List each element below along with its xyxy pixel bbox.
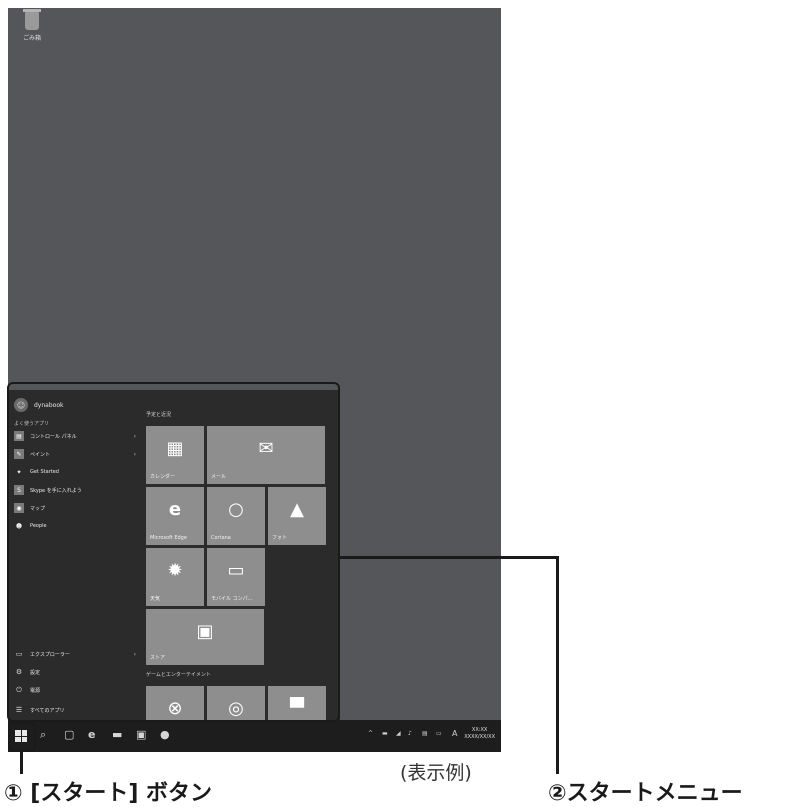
clock[interactable]: XX:XX XXXX/XX/XX — [464, 727, 495, 741]
start-button-caption: ① [スタート] ボタン — [4, 781, 213, 806]
keyboard-icon[interactable]: ▭ — [436, 730, 442, 737]
start-button-highlight — [8, 722, 36, 752]
start-menu-leader-line-vertical — [556, 556, 559, 774]
taskbar: ⌕ ▢ e ▬ ▣ ● ^ ▬ ◢ ♪ ▤ ▭ A XX:XX XXXX/XX/… — [8, 720, 501, 752]
store-icon[interactable]: ▣ — [136, 728, 146, 742]
edge-icon[interactable]: e — [88, 728, 95, 742]
volume-icon[interactable]: ♪ — [408, 730, 412, 737]
recycle-bin[interactable]: ごみ箱 — [12, 9, 52, 42]
start-button-leader-line — [20, 752, 23, 774]
example-label: (表示例) — [400, 762, 472, 784]
task-view-icon[interactable]: ▢ — [64, 728, 74, 742]
search-icon[interactable]: ⌕ — [40, 728, 46, 742]
network-icon[interactable]: ◢ — [396, 730, 401, 737]
tray-chevron-up-icon[interactable]: ^ — [368, 730, 373, 737]
recycle-bin-label: ごみ箱 — [22, 35, 41, 42]
info-icon[interactable]: ● — [160, 728, 170, 742]
start-menu-highlight — [7, 382, 340, 722]
clock-time: XX:XX — [471, 727, 488, 733]
file-explorer-icon[interactable]: ▬ — [112, 728, 122, 742]
recycle-bin-icon — [23, 9, 41, 30]
notification-icon[interactable]: ▤ — [422, 730, 428, 737]
start-menu-caption: ②スタートメニュー — [548, 781, 743, 806]
battery-icon[interactable]: ▬ — [382, 730, 388, 737]
ime-indicator[interactable]: A — [452, 729, 457, 738]
clock-date: XXXX/XX/XX — [464, 734, 495, 740]
start-menu-leader-line — [340, 556, 558, 559]
